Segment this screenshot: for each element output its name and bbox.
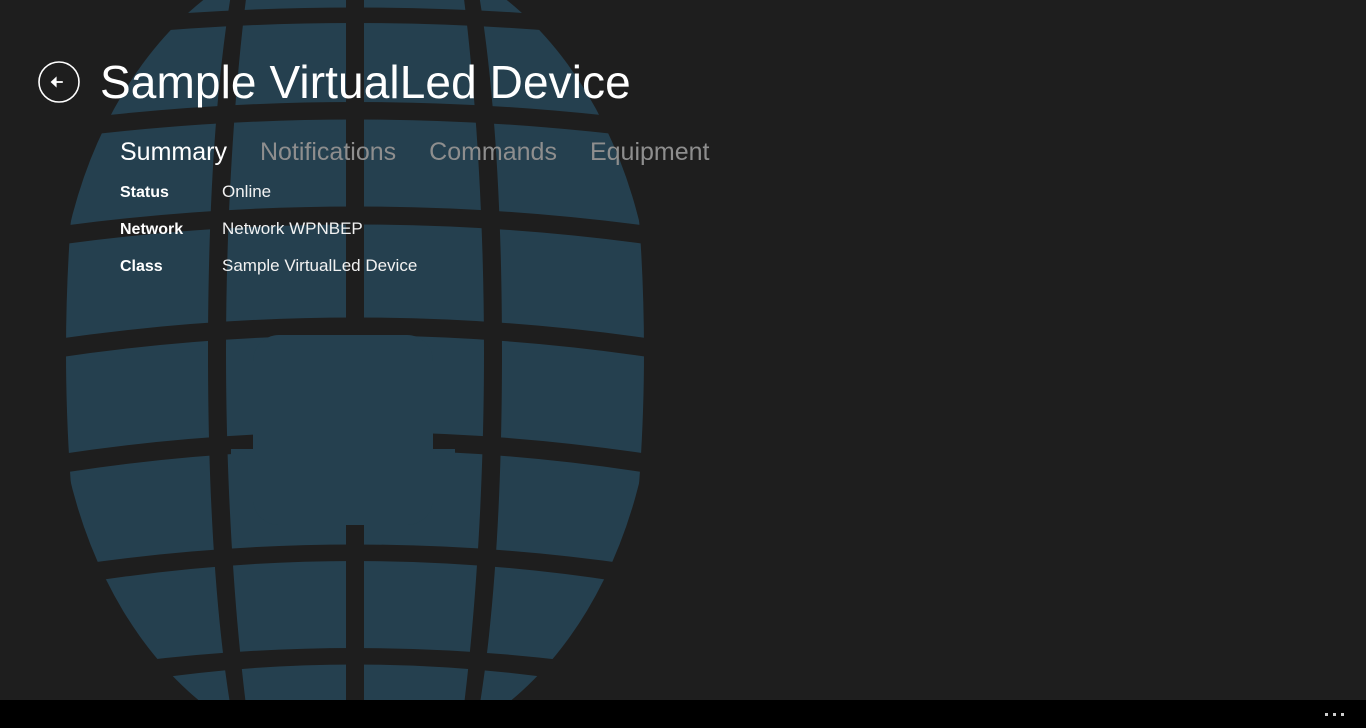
tab-commands[interactable]: Commands [429, 135, 557, 169]
tab-equipment[interactable]: Equipment [590, 135, 710, 169]
property-row-status: Status Online [120, 182, 417, 219]
property-value-network: Network WPNBEP [222, 219, 363, 238]
page-title: Sample VirtualLed Device [100, 56, 631, 108]
bottom-app-bar [0, 700, 1366, 728]
property-label-status: Status [120, 184, 169, 201]
property-value-class: Sample VirtualLed Device [222, 256, 418, 275]
property-value-status: Online [222, 182, 272, 201]
tab-summary[interactable]: Summary [120, 135, 227, 169]
property-row-class: Class Sample VirtualLed Device [120, 256, 417, 293]
back-button[interactable] [37, 60, 81, 104]
ellipsis-icon-dot-3 [1341, 712, 1344, 716]
property-label-network: Network [120, 221, 184, 238]
app-bar-more-button[interactable] [1325, 700, 1344, 728]
summary-property-list: Status Online Network Network WPNBEP Cla… [120, 182, 417, 293]
page-header: Sample VirtualLed Device [0, 44, 631, 120]
tab-notifications[interactable]: Notifications [260, 135, 396, 169]
app-window: Sample VirtualLed Device Summary Notific… [0, 0, 1366, 728]
ellipsis-icon-dot-1 [1325, 712, 1328, 716]
property-label-class: Class [120, 258, 163, 275]
property-row-network: Network Network WPNBEP [120, 219, 417, 256]
ellipsis-icon-dot-2 [1333, 712, 1336, 716]
pivot-tabbar: Summary Notifications Commands Equipment [120, 135, 710, 169]
page-content: Sample VirtualLed Device Summary Notific… [0, 0, 1366, 700]
back-arrow-circle-icon [38, 61, 80, 103]
